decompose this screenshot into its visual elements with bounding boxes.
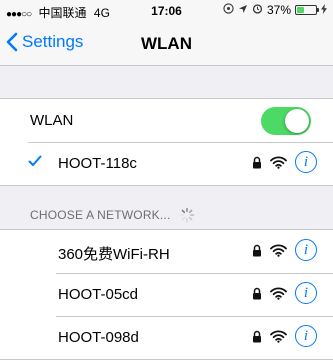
wlan-toggle-row: WLAN (0, 99, 333, 142)
alarm-icon (252, 3, 263, 17)
info-button[interactable]: i (295, 151, 317, 173)
wifi-signal-icon (270, 244, 287, 257)
navigation-bar: Settings WLAN (0, 22, 333, 66)
section-header: CHOOSE A NETWORK... (30, 207, 195, 223)
status-bar: ●●●○○ 中国联通 4G 17:06 37% (0, 0, 333, 22)
wifi-signal-icon (270, 287, 287, 300)
network-accessories: i (252, 239, 317, 261)
networks-list: 360免费WiFi-RH i HOOT-05cd i HOOT-098d i (0, 229, 333, 360)
network-row[interactable]: HOOT-098d i (0, 316, 333, 359)
lock-icon (252, 156, 262, 169)
wifi-signal-icon (270, 156, 287, 169)
connected-network-row[interactable]: HOOT-118c i (0, 142, 333, 185)
network-accessories: i (252, 151, 317, 173)
status-bar-right: 37% (223, 3, 327, 17)
wlan-label: WLAN (30, 112, 74, 129)
info-button[interactable]: i (295, 239, 317, 261)
wlan-group: WLAN HOOT-118c i (0, 98, 333, 186)
network-name: 360免费WiFi-RH (58, 246, 170, 263)
location-icon (223, 3, 234, 17)
battery-icon (295, 5, 319, 15)
checkmark-icon (28, 154, 42, 172)
info-button[interactable]: i (295, 325, 317, 347)
network-name: HOOT-098d (58, 329, 139, 346)
navigation-arrow-icon (238, 3, 248, 17)
page-title: WLAN (141, 34, 192, 53)
connected-network-name: HOOT-118c (58, 155, 137, 172)
lock-icon (252, 330, 262, 343)
wlan-toggle[interactable] (261, 107, 311, 135)
toggle-knob (285, 109, 309, 133)
battery-level (297, 7, 304, 13)
section-header-label: CHOOSE A NETWORK... (30, 208, 171, 222)
network-accessories: i (252, 282, 317, 304)
network-row[interactable]: HOOT-05cd i (0, 273, 333, 316)
charging-icon (321, 3, 327, 17)
loading-spinner-icon (179, 207, 195, 223)
lock-icon (252, 244, 262, 257)
info-button[interactable]: i (295, 282, 317, 304)
battery-percent: 37% (266, 3, 291, 17)
network-row[interactable]: 360免费WiFi-RH i (0, 230, 333, 273)
network-name: HOOT-05cd (58, 286, 139, 303)
lock-icon (252, 287, 262, 300)
wifi-signal-icon (270, 330, 287, 343)
network-accessories: i (252, 325, 317, 347)
